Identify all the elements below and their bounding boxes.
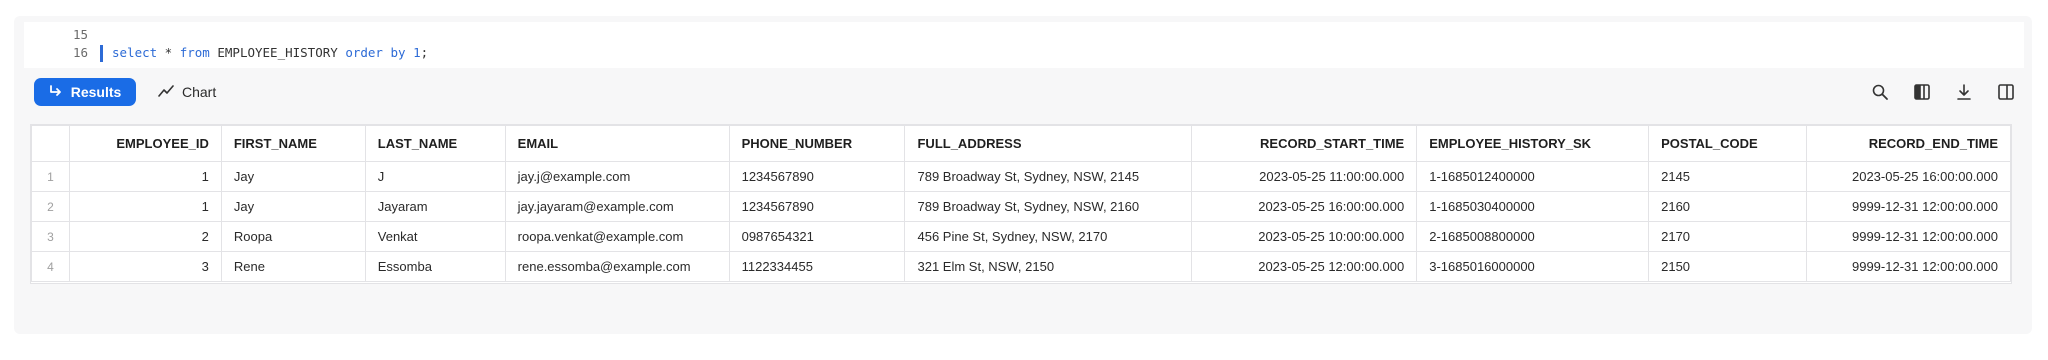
table-cell[interactable]: 456 Pine St, Sydney, NSW, 2170	[904, 221, 1193, 252]
column-header[interactable]: EMAIL	[504, 125, 730, 162]
chart-label: Chart	[182, 84, 217, 100]
chart-line-icon	[158, 84, 174, 101]
table-cell[interactable]: 2023-05-25 10:00:00.000	[1191, 221, 1418, 252]
table-cell[interactable]: 2	[68, 221, 222, 252]
columns-icon[interactable]	[1910, 80, 1934, 104]
table-cell[interactable]: 2023-05-25 11:00:00.000	[1191, 161, 1418, 192]
table-cell[interactable]: 2-1685008800000	[1416, 221, 1650, 252]
table-cell[interactable]: Jay	[220, 191, 366, 222]
sql-editor[interactable]: 15 16 select * from EMPLOYEE_HISTORY ord…	[24, 22, 2024, 68]
table-cell[interactable]: jay.j@example.com	[504, 161, 730, 192]
sql-token: from	[179, 45, 210, 60]
table-cell[interactable]: jay.jayaram@example.com	[504, 191, 730, 222]
table-cell[interactable]: 9999-12-31 12:00:00.000	[1806, 251, 2011, 282]
table-cell[interactable]: 1-1685012400000	[1416, 161, 1650, 192]
table-cell[interactable]: 2023-05-25 16:00:00.000	[1191, 191, 1418, 222]
table-cell[interactable]: 2170	[1648, 221, 1808, 252]
row-number: 2	[31, 191, 70, 222]
sql-statement[interactable]: select * from EMPLOYEE_HISTORY order by …	[112, 44, 428, 62]
sql-token: ;	[420, 45, 429, 60]
row-number-header	[31, 125, 70, 162]
sql-token: 1	[413, 45, 421, 60]
table-cell[interactable]: 1	[68, 161, 222, 192]
table-cell[interactable]: 789 Broadway St, Sydney, NSW, 2160	[904, 191, 1193, 222]
table-cell[interactable]: 321 Elm St, NSW, 2150	[904, 251, 1193, 282]
sql-token: EMPLOYEE_HISTORY	[209, 45, 346, 60]
table-cell[interactable]: 1234567890	[728, 161, 906, 192]
results-tab-button[interactable]: Results	[34, 78, 136, 106]
table-cell[interactable]: J	[364, 161, 506, 192]
table-cell[interactable]: 1122334455	[728, 251, 906, 282]
row-number: 1	[31, 161, 70, 192]
table-cell[interactable]: 2023-05-25 16:00:00.000	[1806, 161, 2011, 192]
text-cursor	[100, 45, 103, 62]
column-header[interactable]: RECORD_START_TIME	[1191, 125, 1418, 162]
table-row[interactable]: 3 2 Roopa Venkat roopa.venkat@example.com 098…	[31, 221, 2011, 252]
table-cell[interactable]: Venkat	[364, 221, 506, 252]
table-cell[interactable]: rene.essomba@example.com	[504, 251, 730, 282]
row-number: 4	[31, 251, 70, 282]
table-cell[interactable]: 1	[68, 191, 222, 222]
column-header[interactable]: PHONE_NUMBER	[728, 125, 906, 162]
column-header[interactable]: FULL_ADDRESS	[904, 125, 1193, 162]
sql-token: order by	[345, 45, 406, 60]
results-toolbar: Results Chart	[24, 74, 2024, 112]
table-cell[interactable]: 9999-12-31 12:00:00.000	[1806, 221, 2011, 252]
table-row[interactable]: 2 1 Jay Jayaram jay.jayaram@example.com 12345…	[31, 191, 2011, 222]
table-header-row: EMPLOYEE_ID FIRST_NAME LAST_NAME EMAIL PHONE…	[31, 125, 2011, 162]
table-cell[interactable]: Essomba	[364, 251, 506, 282]
table-row[interactable]: 1 1 Jay Jjay.j@example.com 1234567890 789 Bro…	[31, 161, 2011, 192]
results-table: EMPLOYEE_ID FIRST_NAME LAST_NAME EMAIL PHONE…	[31, 125, 2011, 282]
split-panel-icon[interactable]	[1994, 80, 2018, 104]
table-cell[interactable]: 2150	[1648, 251, 1808, 282]
results-label: Results	[70, 84, 122, 100]
table-cell[interactable]: 0987654321	[728, 221, 906, 252]
table-cell[interactable]: 2160	[1648, 191, 1808, 222]
table-cell[interactable]: 3-1685016000000	[1416, 251, 1650, 282]
line-number: 16	[72, 45, 88, 60]
column-header[interactable]: LAST_NAME	[364, 125, 506, 162]
sql-token: select	[112, 45, 158, 60]
table-cell[interactable]: 2145	[1648, 161, 1808, 192]
column-header[interactable]: RECORD_END_TIME	[1806, 125, 2011, 162]
table-cell[interactable]: 2023-05-25 12:00:00.000	[1191, 251, 1418, 282]
line-number: 15	[72, 27, 88, 42]
table-cell[interactable]: Jayaram	[364, 191, 506, 222]
table-cell[interactable]: 3	[68, 251, 222, 282]
table-cell[interactable]: Jay	[220, 161, 366, 192]
column-header[interactable]: EMPLOYEE_HISTORY_SK	[1416, 125, 1650, 162]
column-header[interactable]: POSTAL_CODE	[1648, 125, 1808, 162]
table-cell[interactable]: 9999-12-31 12:00:00.000	[1806, 191, 2011, 222]
table-cell[interactable]: 789 Broadway St, Sydney, NSW, 2145	[904, 161, 1193, 192]
search-icon[interactable]	[1868, 80, 1892, 104]
table-cell[interactable]: 1234567890	[728, 191, 906, 222]
column-header[interactable]: EMPLOYEE_ID	[68, 125, 222, 162]
results-grid[interactable]: EMPLOYEE_ID FIRST_NAME LAST_NAME EMAIL PHONE…	[30, 124, 2012, 284]
column-header[interactable]: FIRST_NAME	[220, 125, 366, 162]
chart-tab-button[interactable]: Chart	[158, 78, 216, 106]
row-number: 3	[31, 221, 70, 252]
table-cell[interactable]: roopa.venkat@example.com	[504, 221, 730, 252]
toolbar-actions	[1868, 80, 2018, 104]
table-row[interactable]: 4 3 Rene Essomba rene.essomba@example.com 112…	[31, 251, 2011, 282]
sql-token: *	[157, 45, 180, 60]
table-cell[interactable]: 1-1685030400000	[1416, 191, 1650, 222]
table-cell[interactable]: Rene	[220, 251, 366, 282]
table-cell[interactable]: Roopa	[220, 221, 366, 252]
results-arrow-icon	[49, 84, 63, 101]
download-icon[interactable]	[1952, 80, 1976, 104]
